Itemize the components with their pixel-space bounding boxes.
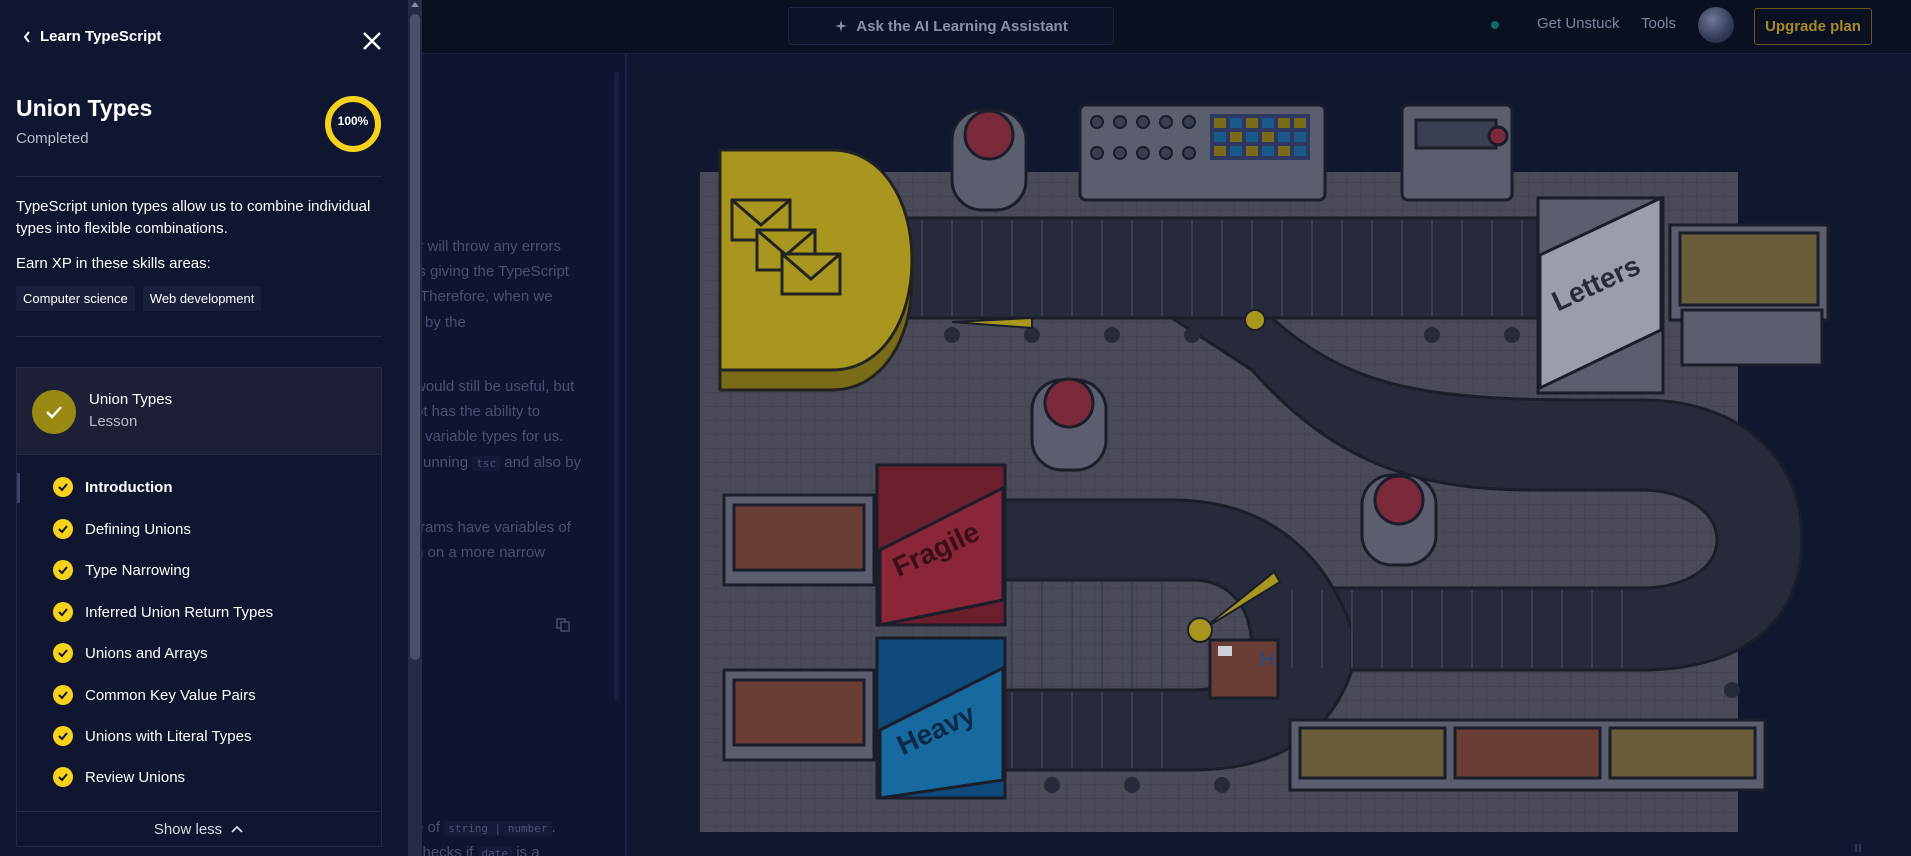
exercise-label: Unions and Arrays xyxy=(85,644,208,662)
show-less-label: Show less xyxy=(153,820,223,838)
lesson-description: TypeScript union types allow us to combi… xyxy=(16,198,371,237)
avatar[interactable] xyxy=(1698,7,1734,43)
sparkle-icon xyxy=(835,20,848,32)
lesson-type: Lesson xyxy=(89,413,138,430)
content-text-line: by the xyxy=(425,314,466,331)
close-icon[interactable] xyxy=(359,28,385,54)
inline-code: date xyxy=(477,846,513,856)
check-icon xyxy=(53,560,73,580)
back-to-course-label: Learn TypeScript xyxy=(40,28,162,45)
resize-handle-icon[interactable] xyxy=(1853,843,1863,853)
exercise-item-type-narrowing[interactable]: Type Narrowing xyxy=(53,558,190,582)
content-text-line: Therefore, when we xyxy=(420,288,553,305)
ask-ai-label: Ask the AI Learning Assistant xyxy=(856,17,1068,35)
exercise-label: Introduction xyxy=(85,478,173,496)
check-icon xyxy=(53,685,73,705)
exercise-item-defining-unions[interactable]: Defining Unions xyxy=(53,517,191,541)
content-text-line: pt has the ability to xyxy=(415,403,541,420)
check-icon xyxy=(53,602,73,622)
exercise-label: Type Narrowing xyxy=(85,561,191,579)
lesson-card[interactable]: Union Types Lesson xyxy=(16,367,382,455)
content-text-line: checks if date is a xyxy=(415,840,540,856)
exercise-item-common-key-value-pairs[interactable]: Common Key Value Pairs xyxy=(53,683,256,707)
completion-status: Completed xyxy=(16,130,89,147)
check-icon xyxy=(53,726,73,746)
exercise-list: Introduction Defining Unions Type Narrow… xyxy=(16,455,382,811)
scroll-up-arrow-icon[interactable] xyxy=(411,2,419,7)
content-text-fragment: unning xyxy=(423,454,469,471)
content-text-line: e of string | number. xyxy=(415,819,556,836)
exercise-item-unions-with-literal-types[interactable]: Unions with Literal Types xyxy=(53,724,251,748)
chevron-up-icon xyxy=(231,825,243,833)
skill-tag: Web development xyxy=(142,286,262,311)
content-text-line: es giving the TypeScript xyxy=(410,263,569,280)
lesson-name: Union Types xyxy=(89,391,173,408)
content-text-fragment: is a xyxy=(516,844,540,856)
exercise-item-unions-and-arrays[interactable]: Unions and Arrays xyxy=(53,641,208,665)
content-text-line: variable types for us. xyxy=(425,428,564,445)
content-text-line: would still be useful, but xyxy=(415,378,575,395)
content-text-fragment: and also by xyxy=(504,454,581,471)
exercise-label: Unions with Literal Types xyxy=(85,727,252,745)
sidebar-scrollbar-thumb[interactable] xyxy=(410,14,420,660)
content-text-line: er will throw any errors xyxy=(410,238,561,255)
get-unstuck-link[interactable]: Get Unstuck xyxy=(1537,15,1620,32)
exercise-item-introduction[interactable]: Introduction xyxy=(53,475,172,499)
content-text-line: n on a more narrow xyxy=(415,544,546,561)
content-scrollbar[interactable] xyxy=(614,72,619,700)
ask-ai-assistant-button[interactable]: Ask the AI Learning Assistant xyxy=(788,7,1114,45)
check-icon xyxy=(53,519,73,539)
active-item-indicator xyxy=(17,473,20,503)
skill-tags: Computer science Web development xyxy=(16,286,262,311)
copy-icon[interactable] xyxy=(556,618,570,632)
exercise-label: Review Unions xyxy=(85,768,186,786)
content-text-line: rams have variables of xyxy=(420,519,571,536)
check-icon xyxy=(53,643,73,663)
content-text-line: unning tsc and also by xyxy=(423,450,581,477)
exercise-item-review-unions[interactable]: Review Unions xyxy=(53,765,185,789)
chevron-left-icon xyxy=(23,30,30,43)
progress-percent: 100% xyxy=(337,114,369,128)
upgrade-plan-button[interactable]: Upgrade plan xyxy=(1754,8,1872,45)
exercise-label: Defining Unions xyxy=(85,520,191,538)
exercise-label: Common Key Value Pairs xyxy=(85,686,256,704)
panel-divider[interactable] xyxy=(625,54,627,856)
conveyor-illustration: Letters Fragile Heavy H xyxy=(700,103,1830,832)
tools-link[interactable]: Tools xyxy=(1641,15,1676,32)
page-title: Union Types xyxy=(16,95,153,121)
completed-check-icon xyxy=(32,390,76,434)
earn-xp-label: Earn XP in these skills areas: xyxy=(16,255,211,272)
inline-code: string | number xyxy=(444,821,552,836)
divider xyxy=(16,336,382,337)
check-icon xyxy=(53,477,73,497)
box-label-h: H xyxy=(1260,649,1274,671)
exercise-label: Inferred Union Return Types xyxy=(85,603,274,621)
divider xyxy=(16,176,382,177)
back-to-course-link[interactable]: Learn TypeScript xyxy=(22,28,161,45)
skill-tag: Computer science xyxy=(16,286,135,311)
lesson-sidebar: Learn TypeScript Union Types Completed 1… xyxy=(0,0,410,856)
inline-code: tsc xyxy=(472,456,501,471)
content-text-fragment: checks if xyxy=(415,844,474,856)
exercise-item-inferred-union-return-types[interactable]: Inferred Union Return Types xyxy=(53,600,273,624)
check-icon xyxy=(53,767,73,787)
status-dot xyxy=(1491,21,1499,29)
show-less-button[interactable]: Show less xyxy=(16,811,382,847)
